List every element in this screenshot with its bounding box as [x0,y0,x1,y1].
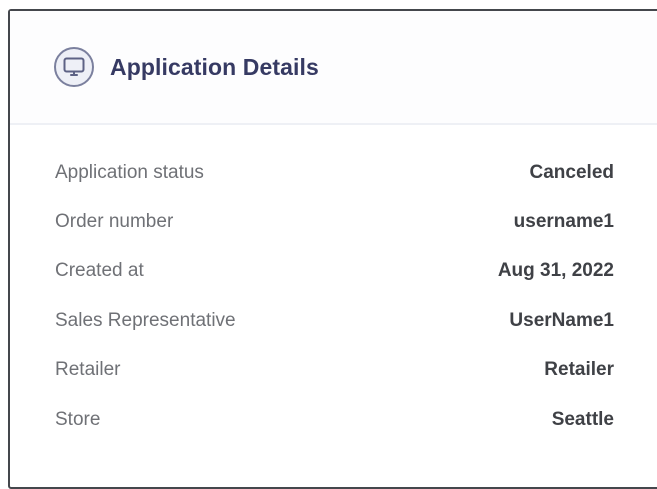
detail-label: Order number [55,211,174,233]
detail-label: Retailer [55,359,121,381]
detail-label: Application status [55,161,204,183]
card-title: Application Details [110,53,319,80]
detail-value: Aug 31, 2022 [497,260,614,282]
detail-row-retailer: Retailer Retailer [10,346,657,395]
detail-value: Canceled [529,161,614,183]
detail-value: Retailer [544,359,614,381]
detail-value: UserName1 [509,309,614,331]
detail-row-application-status: Application status Canceled [10,148,657,197]
detail-row-order-number: Order number username1 [10,197,657,246]
detail-value: username1 [513,211,614,233]
detail-row-store: Store Seattle [10,395,657,444]
detail-row-sales-representative: Sales Representative UserName1 [10,296,657,345]
application-details-card: Application Details Application status C… [8,9,657,489]
monitor-icon [54,47,94,87]
detail-label: Store [55,408,101,430]
details-list: Application status Canceled Order number… [10,125,657,444]
detail-row-created-at: Created at Aug 31, 2022 [10,247,657,296]
detail-value: Seattle [551,408,614,430]
detail-label: Sales Representative [55,309,236,331]
detail-label: Created at [55,260,144,282]
card-header: Application Details [10,11,657,125]
